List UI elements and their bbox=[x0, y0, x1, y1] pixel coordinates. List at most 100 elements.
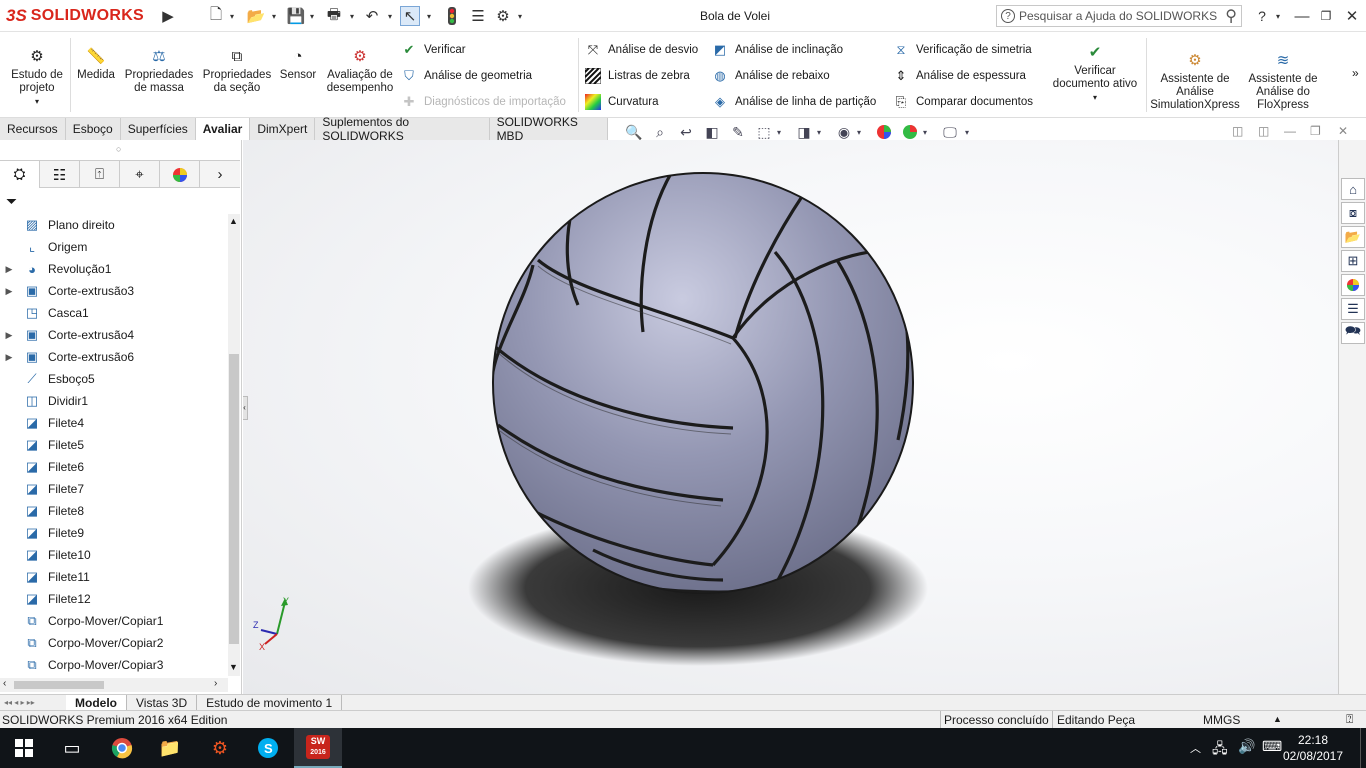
view-palette-icon[interactable]: ⊞ bbox=[1341, 250, 1365, 272]
skype-icon[interactable]: S bbox=[244, 728, 292, 768]
tile-left-icon[interactable]: ◫ bbox=[1232, 124, 1243, 138]
tree-node[interactable]: ◪ Filete10 bbox=[0, 544, 228, 566]
panel-grip-icon[interactable]: ○ bbox=[116, 144, 121, 154]
tab-scroll-arrows-icon[interactable]: ◂◂ ◂ ▸ ▸▸ bbox=[0, 695, 66, 711]
tree-node[interactable]: ◪ Filete8 bbox=[0, 500, 228, 522]
floxpress-button[interactable]: ≋ Assistente de Análise do FloXpress bbox=[1242, 50, 1324, 112]
tree-node[interactable]: ◪ Filete4 bbox=[0, 412, 228, 434]
parting-line-analysis-button[interactable]: ◈ Análise de linha de partição bbox=[711, 92, 876, 112]
network-icon[interactable]: 🖧 bbox=[1212, 738, 1228, 762]
tree-expand-arrow-icon[interactable]: ▶ bbox=[0, 264, 18, 275]
curvature-button[interactable]: Curvatura bbox=[584, 92, 659, 112]
search-icon[interactable]: ⚲ bbox=[1225, 6, 1237, 26]
restore-window-icon[interactable]: ❐ bbox=[1316, 6, 1336, 26]
options-gear-icon[interactable]: ⚙ bbox=[493, 6, 513, 26]
tab-vistas-3d[interactable]: Vistas 3D bbox=[127, 694, 198, 711]
task-view-icon[interactable]: ▭ bbox=[48, 728, 96, 768]
help-icon[interactable]: ? bbox=[1252, 6, 1272, 26]
dynamic-annotation-icon[interactable]: ✎ bbox=[728, 123, 748, 141]
system-clock[interactable]: 22:18 02/08/2017 bbox=[1278, 732, 1348, 764]
scroll-left-icon[interactable]: ‹ bbox=[3, 678, 6, 689]
view-settings-icon[interactable]: 🖵 bbox=[940, 123, 960, 141]
previous-view-icon[interactable]: ↩ bbox=[676, 123, 696, 141]
display-style-icon[interactable]: ◨ bbox=[794, 123, 814, 141]
options-dropdown-icon[interactable]: ▾ bbox=[518, 12, 526, 21]
ribbon-more-chevron-icon[interactable]: » bbox=[1352, 66, 1359, 80]
open-dropdown-icon[interactable]: ▾ bbox=[272, 12, 280, 21]
viewport-close-icon[interactable]: ✕ bbox=[1338, 124, 1348, 138]
viewport-restore-icon[interactable]: ❐ bbox=[1310, 124, 1321, 138]
tree-node[interactable]: ▶ ▣ Corte-extrusão4 bbox=[0, 324, 228, 346]
tab-suplementos[interactable]: Suplementos do SOLIDWORKS bbox=[315, 115, 490, 143]
tree-node[interactable]: ⧉ Corpo-Mover/Copiar2 bbox=[0, 632, 228, 654]
undo-icon[interactable]: ↶ bbox=[362, 6, 382, 26]
new-document-icon[interactable]: 🗋 bbox=[206, 6, 226, 26]
hide-show-items-icon[interactable]: ◉ bbox=[834, 123, 854, 141]
hide-show-dropdown-icon[interactable]: ▾ bbox=[854, 123, 864, 141]
thickness-analysis-button[interactable]: ⇕ Análise de espessura bbox=[892, 66, 1026, 86]
select-dropdown-icon[interactable]: ▾ bbox=[427, 12, 435, 21]
section-properties-button[interactable]: ⧉ Propriedades da seção bbox=[200, 46, 274, 95]
sensor-button[interactable]: ◔ Sensor bbox=[276, 46, 320, 82]
graphics-area[interactable]: ‹ Y Z X bbox=[243, 140, 1338, 694]
zebra-stripes-button[interactable]: Listras de zebra bbox=[584, 66, 690, 86]
volleyball-model[interactable] bbox=[243, 140, 1338, 694]
select-pointer-icon[interactable]: ↖ bbox=[400, 6, 420, 26]
check-button[interactable]: ✔ Verificar bbox=[400, 40, 466, 60]
property-manager-tab-icon[interactable]: ☷ bbox=[40, 161, 80, 188]
new-dropdown-icon[interactable]: ▾ bbox=[230, 12, 238, 21]
tree-node[interactable]: ◪ Filete12 bbox=[0, 588, 228, 610]
windows-start-icon[interactable] bbox=[0, 728, 48, 768]
custom-properties-icon[interactable]: ☰ bbox=[1341, 298, 1365, 320]
verify-active-dropdown-icon[interactable]: ▾ bbox=[1046, 91, 1144, 104]
help-search-input[interactable]: ? Pesquisar a Ajuda do SOLIDWORKS ⚲ bbox=[996, 5, 1242, 27]
tab-esboco[interactable]: Esboço bbox=[65, 118, 121, 140]
edit-appearance-icon[interactable] bbox=[874, 123, 894, 141]
tab-recursos[interactable]: Recursos bbox=[0, 118, 66, 140]
unit-system[interactable]: MMGS bbox=[1203, 713, 1240, 727]
view-orientation-icon[interactable]: ⬚ bbox=[754, 123, 774, 141]
tab-superficies[interactable]: Superfícies bbox=[120, 118, 196, 140]
tree-node[interactable]: ◪ Filete11 bbox=[0, 566, 228, 588]
undo-dropdown-icon[interactable]: ▾ bbox=[388, 12, 396, 21]
tree-node[interactable]: ◪ Filete7 bbox=[0, 478, 228, 500]
file-properties-icon[interactable]: ☰ bbox=[468, 6, 488, 26]
save-icon[interactable]: 💾 bbox=[286, 6, 306, 26]
geometry-analysis-button[interactable]: ⛉ Análise de geometria bbox=[400, 66, 532, 86]
tab-modelo[interactable]: Modelo bbox=[66, 694, 127, 711]
tree-node[interactable]: ▶ ▣ Corte-extrusão6 bbox=[0, 346, 228, 368]
tree-node[interactable]: ▶ ▣ Corte-extrusão3 bbox=[0, 280, 228, 302]
forum-icon[interactable]: 🗪 bbox=[1341, 322, 1365, 344]
compare-documents-button[interactable]: ⎘ Comparar documentos bbox=[892, 92, 1033, 112]
viewport-minimize-icon[interactable]: — bbox=[1284, 124, 1296, 138]
tree-node[interactable]: ◳ Casca1 bbox=[0, 302, 228, 324]
help-popup-icon[interactable]: ⍰ bbox=[1346, 712, 1353, 727]
file-explorer-icon[interactable]: 📂 bbox=[1341, 226, 1365, 248]
scroll-down-icon[interactable]: ▼ bbox=[229, 662, 238, 672]
tree-expand-arrow-icon[interactable]: ▶ bbox=[0, 352, 18, 363]
appearances-scenes-icon[interactable] bbox=[1341, 274, 1365, 296]
undercut-analysis-button[interactable]: ◍ Análise de rebaixo bbox=[711, 66, 829, 86]
performance-evaluation-button[interactable]: ⚙ Avaliação de desempenho bbox=[322, 46, 398, 95]
tree-node[interactable]: ▶ ◕ Revolução1 bbox=[0, 258, 228, 280]
volume-speaker-icon[interactable]: 🔊 bbox=[1238, 738, 1255, 755]
tile-right-icon[interactable]: ◫ bbox=[1258, 124, 1269, 138]
deviation-analysis-button[interactable]: ⤧ Análise de desvio bbox=[584, 40, 698, 60]
tree-expand-arrow-icon[interactable]: ▶ bbox=[0, 330, 18, 341]
scroll-right-icon[interactable]: › bbox=[214, 678, 217, 689]
tabs-more-chevron-icon[interactable]: › bbox=[200, 161, 240, 188]
apply-scene-dropdown-icon[interactable]: ▾ bbox=[920, 123, 930, 141]
tree-node[interactable]: ◪ Filete9 bbox=[0, 522, 228, 544]
design-study-button[interactable]: ⚙ Estudo de projeto ▾ bbox=[6, 46, 68, 108]
configuration-manager-tab-icon[interactable]: ⍐ bbox=[80, 161, 120, 188]
save-dropdown-icon[interactable]: ▾ bbox=[310, 12, 318, 21]
measure-button[interactable]: 📏 Medida bbox=[72, 46, 120, 82]
print-dropdown-icon[interactable]: ▾ bbox=[350, 12, 358, 21]
menu-expand-icon[interactable]: ▶ bbox=[158, 6, 178, 26]
minimize-window-icon[interactable]: — bbox=[1292, 6, 1312, 26]
tree-node[interactable]: ⧉ Corpo-Mover/Copiar1 bbox=[0, 610, 228, 632]
verify-active-document-button[interactable]: ✔ Verificar documento ativo ▾ bbox=[1046, 42, 1144, 104]
unit-system-dropdown-icon[interactable]: ▲ bbox=[1273, 714, 1282, 724]
tab-solidworks-mbd[interactable]: SOLIDWORKS MBD bbox=[489, 115, 608, 143]
solidworks-logo[interactable]: 3S SOLIDWORKS bbox=[6, 4, 156, 28]
